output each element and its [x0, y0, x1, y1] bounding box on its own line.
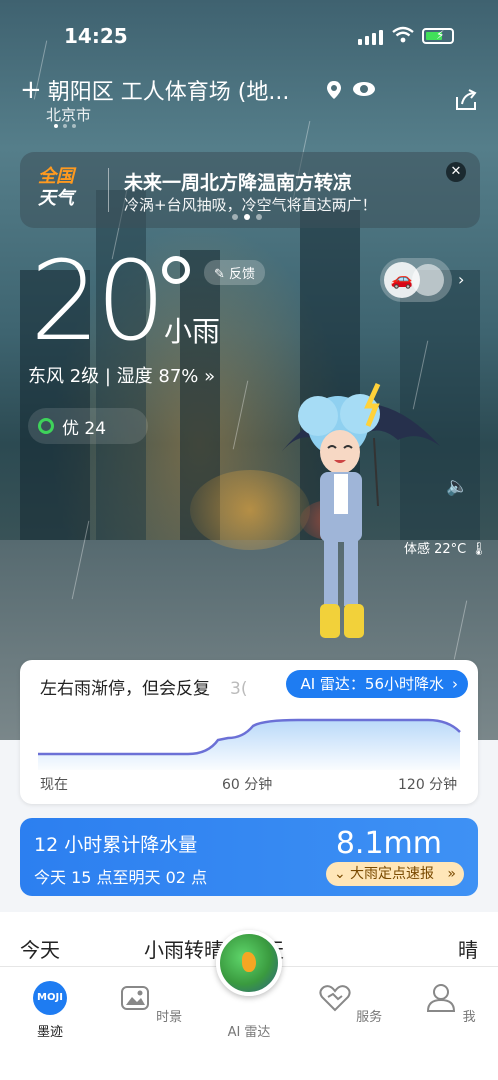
wind-humidity[interactable]: 东风 2级 | 湿度 87% » — [28, 362, 215, 388]
radar-summary: 左右雨渐停，但会反复 3( — [40, 679, 248, 699]
tab-me[interactable]: 我 — [410, 981, 490, 1025]
forecast-next-condition: 晴 — [458, 938, 478, 962]
user-icon — [427, 984, 456, 1012]
chevron-right-icon: › — [452, 675, 458, 693]
ai-radar-fab-icon[interactable] — [216, 930, 282, 996]
aqi-badge[interactable]: 优 24 — [28, 408, 148, 444]
tab-moji[interactable]: MOJI 墨迹 — [10, 981, 90, 1040]
national-weather-logo: 全国 天气 — [38, 166, 74, 209]
image-icon — [120, 986, 149, 1010]
tab-services[interactable]: 服务 — [310, 981, 390, 1025]
banner-page-dots — [232, 214, 262, 220]
current-temperature: 20 — [30, 237, 166, 365]
chevron-right-icon[interactable]: › — [458, 270, 464, 289]
location-name: 朝阳区 工人体育场 (地... — [47, 80, 290, 105]
forecast-day: 今天 — [20, 938, 60, 962]
eye-icon[interactable] — [352, 80, 376, 98]
wifi-icon — [392, 26, 414, 43]
precipitation-curve — [38, 718, 461, 770]
ai-radar-button[interactable]: AI 雷达：56小时降水 › — [286, 670, 468, 698]
city-name: 北京市 — [46, 106, 92, 124]
traffic-restriction-widget[interactable]: 🚗 — [380, 258, 452, 302]
location-page-dots — [54, 124, 76, 128]
edit-icon: ✎ — [214, 267, 230, 282]
double-chevron-right-icon: » — [447, 866, 456, 882]
status-bar: 14:25 ⚡ — [0, 24, 498, 52]
cellular-signal-icon — [358, 30, 383, 45]
current-condition: 小雨 — [164, 315, 221, 348]
axis-label-120: 120 分钟 — [398, 777, 458, 793]
status-time: 14:25 — [64, 24, 128, 48]
banner-title: 未来一周北方降温南方转凉 — [124, 172, 353, 194]
degree-symbol — [162, 256, 190, 284]
precip-value: 8.1mm — [335, 826, 442, 861]
heavy-rain-alert-button[interactable]: ⌄ 大雨定点速报 » — [326, 862, 464, 886]
precip-range: 今天 15 点至明天 02 点 — [34, 868, 208, 887]
accumulated-precipitation-card[interactable]: 12 小时累计降水量 8.1mm 今天 15 点至明天 02 点 ⌄ 大雨定点速… — [20, 818, 478, 896]
feedback-button[interactable]: ✎ 反馈 — [204, 260, 266, 285]
tab-scenes[interactable]: 时景 — [110, 981, 190, 1025]
battery-icon: ⚡ — [422, 28, 454, 44]
axis-label-60: 60 分钟 — [222, 777, 273, 793]
add-location-icon[interactable]: + — [20, 75, 42, 105]
banner-subtitle: 冷涡+台风抽吸，冷空气将直达两广！ — [124, 196, 377, 214]
axis-label-now: 现在 — [40, 777, 68, 793]
heart-handshake-icon — [319, 985, 351, 1012]
car-icon: 🚗 — [384, 262, 420, 298]
moji-logo-icon: MOJI — [33, 981, 67, 1015]
speaker-icon[interactable]: 🔈 — [446, 476, 468, 497]
share-icon[interactable] — [454, 88, 478, 112]
aqi-ring-icon — [38, 418, 54, 434]
precip-title: 12 小时累计降水量 — [34, 834, 198, 856]
chevron-down-icon: ⌄ — [334, 866, 346, 882]
close-icon[interactable]: ✕ — [446, 162, 466, 182]
location-selector[interactable]: + 朝阳区 工人体育场 (地... — [20, 74, 289, 106]
rain-radar-card[interactable]: 左右雨渐停，但会反复 3( AI 雷达：56小时降水 › 现在 60 分钟 120 … — [20, 660, 478, 804]
location-pin-icon — [327, 81, 341, 99]
weather-mascot-illustration — [278, 382, 440, 638]
